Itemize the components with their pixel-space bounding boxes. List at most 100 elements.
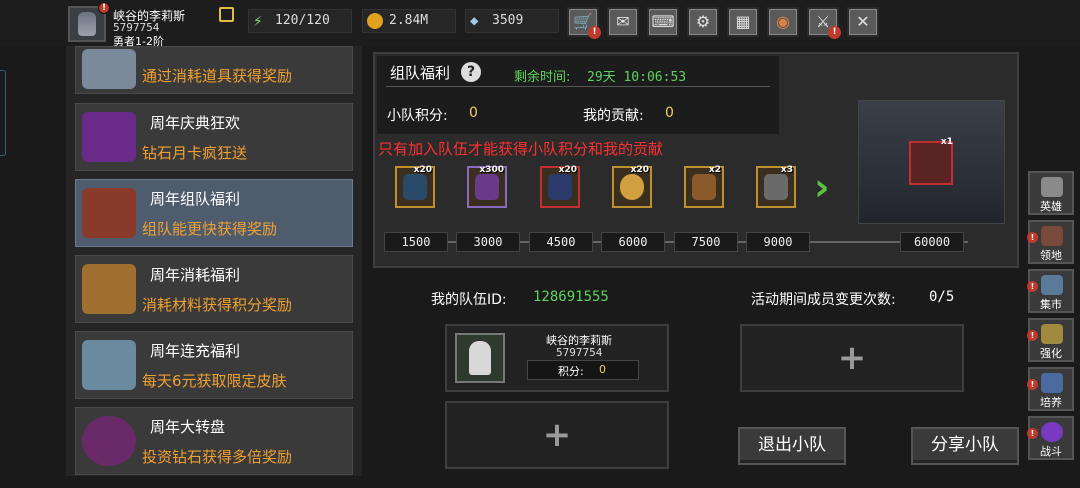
member-change-label: 活动期间成员变更次数:	[751, 292, 896, 308]
gamepad-button[interactable]: ⌨	[647, 7, 679, 37]
sidebar-item-enhance[interactable]: ! 强化	[1027, 318, 1074, 362]
gift-button[interactable]: ▦	[727, 7, 759, 37]
event-subtitle: 钻石月卡疯狂送	[142, 144, 248, 162]
alert-badge: !	[588, 26, 601, 39]
alert-badge: !	[1027, 232, 1038, 243]
event-subtitle: 每天6元获取限定皮肤	[142, 372, 287, 390]
help-icon[interactable]: ?	[461, 62, 481, 82]
milestone: 3000	[456, 232, 520, 252]
member-portrait	[469, 341, 491, 375]
reward-slot[interactable]: x20	[540, 165, 580, 208]
reward-count: x20	[413, 165, 432, 175]
member-id: 5797754	[556, 346, 603, 359]
my-contribution-label: 我的贡献:	[583, 108, 644, 124]
mail-button[interactable]: ✉	[607, 7, 639, 37]
gamepad-icon: ⌨	[651, 12, 675, 31]
locked-sword-button[interactable]: ⚔!	[807, 7, 841, 39]
milestone-final: 60000	[900, 232, 964, 252]
member-slot-empty[interactable]: +	[445, 401, 669, 469]
final-reward-slot[interactable]: x1	[909, 137, 953, 185]
next-arrow-icon[interactable]: ›	[814, 168, 838, 208]
sidebar-label: 强化	[1040, 347, 1062, 360]
color-wheel-icon: ◉	[776, 12, 790, 31]
color-wheel-button[interactable]: ◉	[767, 7, 799, 37]
panel-title: 组队福利	[390, 64, 451, 82]
team-id-label: 我的队伍ID:	[431, 292, 507, 308]
energy-counter: ⚡ 120/120	[248, 9, 352, 33]
enhance-icon	[1041, 324, 1063, 344]
reward-slot[interactable]: x3	[756, 165, 796, 208]
sidebar-label: 英雄	[1040, 200, 1062, 213]
egg-icon	[620, 174, 644, 200]
alert-badge: !	[1027, 379, 1038, 390]
member-avatar	[455, 333, 505, 383]
shop-button[interactable]: 🛒!	[567, 7, 601, 39]
wheel-icon	[82, 416, 136, 466]
reward-count: x20	[630, 165, 649, 175]
reward-count: x2	[708, 165, 721, 175]
milestone: 4500	[529, 232, 593, 252]
event-item-lucky-wheel[interactable]: 周年大转盘 投资钻石获得多倍奖励	[75, 407, 353, 475]
helmet-icon	[1041, 177, 1063, 197]
plus-icon: +	[837, 338, 867, 378]
portal-icon	[1041, 422, 1063, 442]
event-subtitle: 投资钻石获得多倍奖励	[142, 448, 293, 466]
sidebar-item-hero[interactable]: 英雄	[1028, 171, 1074, 215]
alert-badge: !	[1027, 428, 1038, 439]
reward-slot[interactable]: x2	[684, 165, 724, 208]
diamond-counter: ◆ 3509	[465, 9, 559, 33]
reward-slot[interactable]: x20	[612, 165, 652, 208]
team-score-value: 0	[469, 105, 478, 121]
edit-icon[interactable]	[219, 7, 234, 22]
reward-count: x20	[558, 165, 577, 175]
scroll-icon	[692, 174, 716, 200]
stone-icon	[82, 49, 136, 89]
crossed-swords-button[interactable]: ✕	[847, 7, 879, 37]
diamond-value: 3509	[492, 13, 524, 28]
event-item-consume-benefit[interactable]: 周年消耗福利 消耗材料获得积分奖励	[75, 255, 353, 323]
avatar-face	[78, 12, 96, 36]
alert-badge: !	[1027, 281, 1038, 292]
event-item-consume-props[interactable]: 通过消耗道具获得奖励	[75, 46, 353, 94]
gear-icon: ⚙	[695, 12, 711, 31]
team-id-value: 128691555	[533, 289, 609, 305]
fire-orb-icon	[475, 174, 499, 200]
leave-team-button[interactable]: 退出小队	[738, 427, 846, 465]
sidebar-item-cultivate[interactable]: ! 培养	[1027, 367, 1074, 411]
event-item-recharge-benefit[interactable]: 周年连充福利 每天6元获取限定皮肤	[75, 331, 353, 399]
milestone: 6000	[601, 232, 665, 252]
reward-slot[interactable]: x20	[395, 165, 435, 208]
sidebar-item-territory[interactable]: ! 领地	[1027, 220, 1074, 264]
event-item-anniversary-carnival[interactable]: 周年庆典狂欢 钻石月卡疯狂送	[75, 103, 353, 171]
side-drawer-tab[interactable]	[0, 70, 6, 156]
blue-gem-icon	[548, 174, 572, 200]
reward-count: x1	[940, 137, 953, 147]
member-change-value: 0/5	[929, 289, 955, 305]
gold-chest-icon	[82, 264, 136, 314]
purple-card-icon	[82, 112, 136, 162]
sidebar-item-battle[interactable]: ! 战斗	[1027, 416, 1074, 460]
reward-count: x3	[780, 165, 793, 175]
crystal-icon	[82, 340, 136, 390]
event-subtitle: 通过消耗道具获得奖励	[142, 67, 293, 85]
event-item-team-benefit[interactable]: 周年组队福利 组队能更快获得奖励	[75, 179, 353, 247]
team-score-label: 小队积分:	[387, 108, 448, 124]
event-subtitle: 消耗材料获得积分奖励	[142, 296, 293, 314]
join-team-warning: 只有加入队伍才能获得小队积分和我的贡献	[378, 140, 664, 158]
sidebar-label: 培养	[1040, 396, 1062, 409]
member-score-value: 0	[599, 363, 606, 376]
gold-counter: 2.84M	[362, 9, 456, 33]
settings-button[interactable]: ⚙	[687, 7, 719, 37]
member-slot-empty[interactable]: +	[740, 324, 964, 392]
share-team-button[interactable]: 分享小队	[911, 427, 1019, 465]
alert-badge: !	[1027, 330, 1038, 341]
event-title: 周年连充福利	[150, 342, 241, 360]
sidebar-item-market[interactable]: ! 集市	[1027, 269, 1074, 313]
gold-coin-icon	[367, 13, 383, 29]
event-title: 周年大转盘	[150, 418, 226, 436]
plus-icon: +	[542, 415, 572, 455]
gold-value: 2.84M	[389, 13, 429, 28]
alert-badge: !	[828, 26, 841, 39]
reward-slot[interactable]: x300	[467, 165, 507, 208]
event-title: 周年消耗福利	[150, 266, 241, 284]
